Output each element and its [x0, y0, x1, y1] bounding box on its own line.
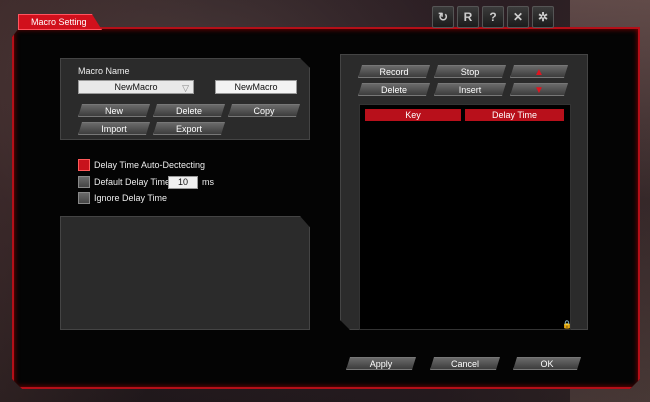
- r-icon[interactable]: R: [457, 6, 479, 28]
- arrow-down-icon: ▼: [534, 85, 544, 96]
- default-delay-input[interactable]: 10: [168, 176, 198, 189]
- refresh-icon[interactable]: ↻: [432, 6, 454, 28]
- copy-button[interactable]: Copy: [228, 104, 300, 117]
- macro-select-value: NewMacro: [114, 82, 158, 92]
- macro-name-label: Macro Name: [78, 66, 130, 76]
- default-delay-label: Default Delay Time: [94, 177, 171, 187]
- macro-select[interactable]: NewMacro ▽: [78, 80, 194, 94]
- default-delay-unit: ms: [202, 177, 214, 187]
- top-toolbar: ↻ R ? ✕ ✲: [432, 6, 554, 28]
- macro-name-input[interactable]: NewMacro: [215, 80, 297, 94]
- column-header-delay-time[interactable]: Delay Time: [465, 109, 564, 121]
- cancel-button[interactable]: Cancel: [430, 357, 500, 370]
- move-up-button[interactable]: ▲: [510, 65, 568, 78]
- close-icon[interactable]: ✕: [507, 6, 529, 28]
- apply-button[interactable]: Apply: [346, 357, 416, 370]
- move-down-button[interactable]: ▼: [510, 83, 568, 96]
- help-icon[interactable]: ?: [482, 6, 504, 28]
- export-button[interactable]: Export: [153, 122, 225, 135]
- default-delay-checkbox[interactable]: [78, 176, 90, 188]
- ignore-delay-label: Ignore Delay Time: [94, 193, 168, 203]
- chevron-down-icon: ▽: [182, 83, 189, 93]
- delete-step-button[interactable]: Delete: [358, 83, 430, 96]
- arrow-up-icon: ▲: [534, 67, 544, 78]
- auto-detect-checkbox[interactable]: [78, 159, 90, 171]
- insert-button[interactable]: Insert: [434, 83, 506, 96]
- new-button[interactable]: New: [78, 104, 150, 117]
- ok-button[interactable]: OK: [513, 357, 581, 370]
- ignore-delay-checkbox[interactable]: [78, 192, 90, 204]
- tools-icon[interactable]: ✲: [532, 6, 554, 28]
- delete-macro-button[interactable]: Delete: [153, 104, 225, 117]
- stop-button[interactable]: Stop: [434, 65, 506, 78]
- import-button[interactable]: Import: [78, 122, 150, 135]
- record-button[interactable]: Record: [358, 65, 430, 78]
- window-title-tab: Macro Setting: [18, 14, 102, 30]
- lock-icon: 🔒: [562, 320, 572, 329]
- auto-detect-label: Delay Time Auto-Dectecting: [94, 160, 206, 170]
- macro-steps-list[interactable]: Key Delay Time: [359, 104, 571, 330]
- column-header-key[interactable]: Key: [365, 109, 461, 121]
- macro-info-panel: [60, 216, 310, 330]
